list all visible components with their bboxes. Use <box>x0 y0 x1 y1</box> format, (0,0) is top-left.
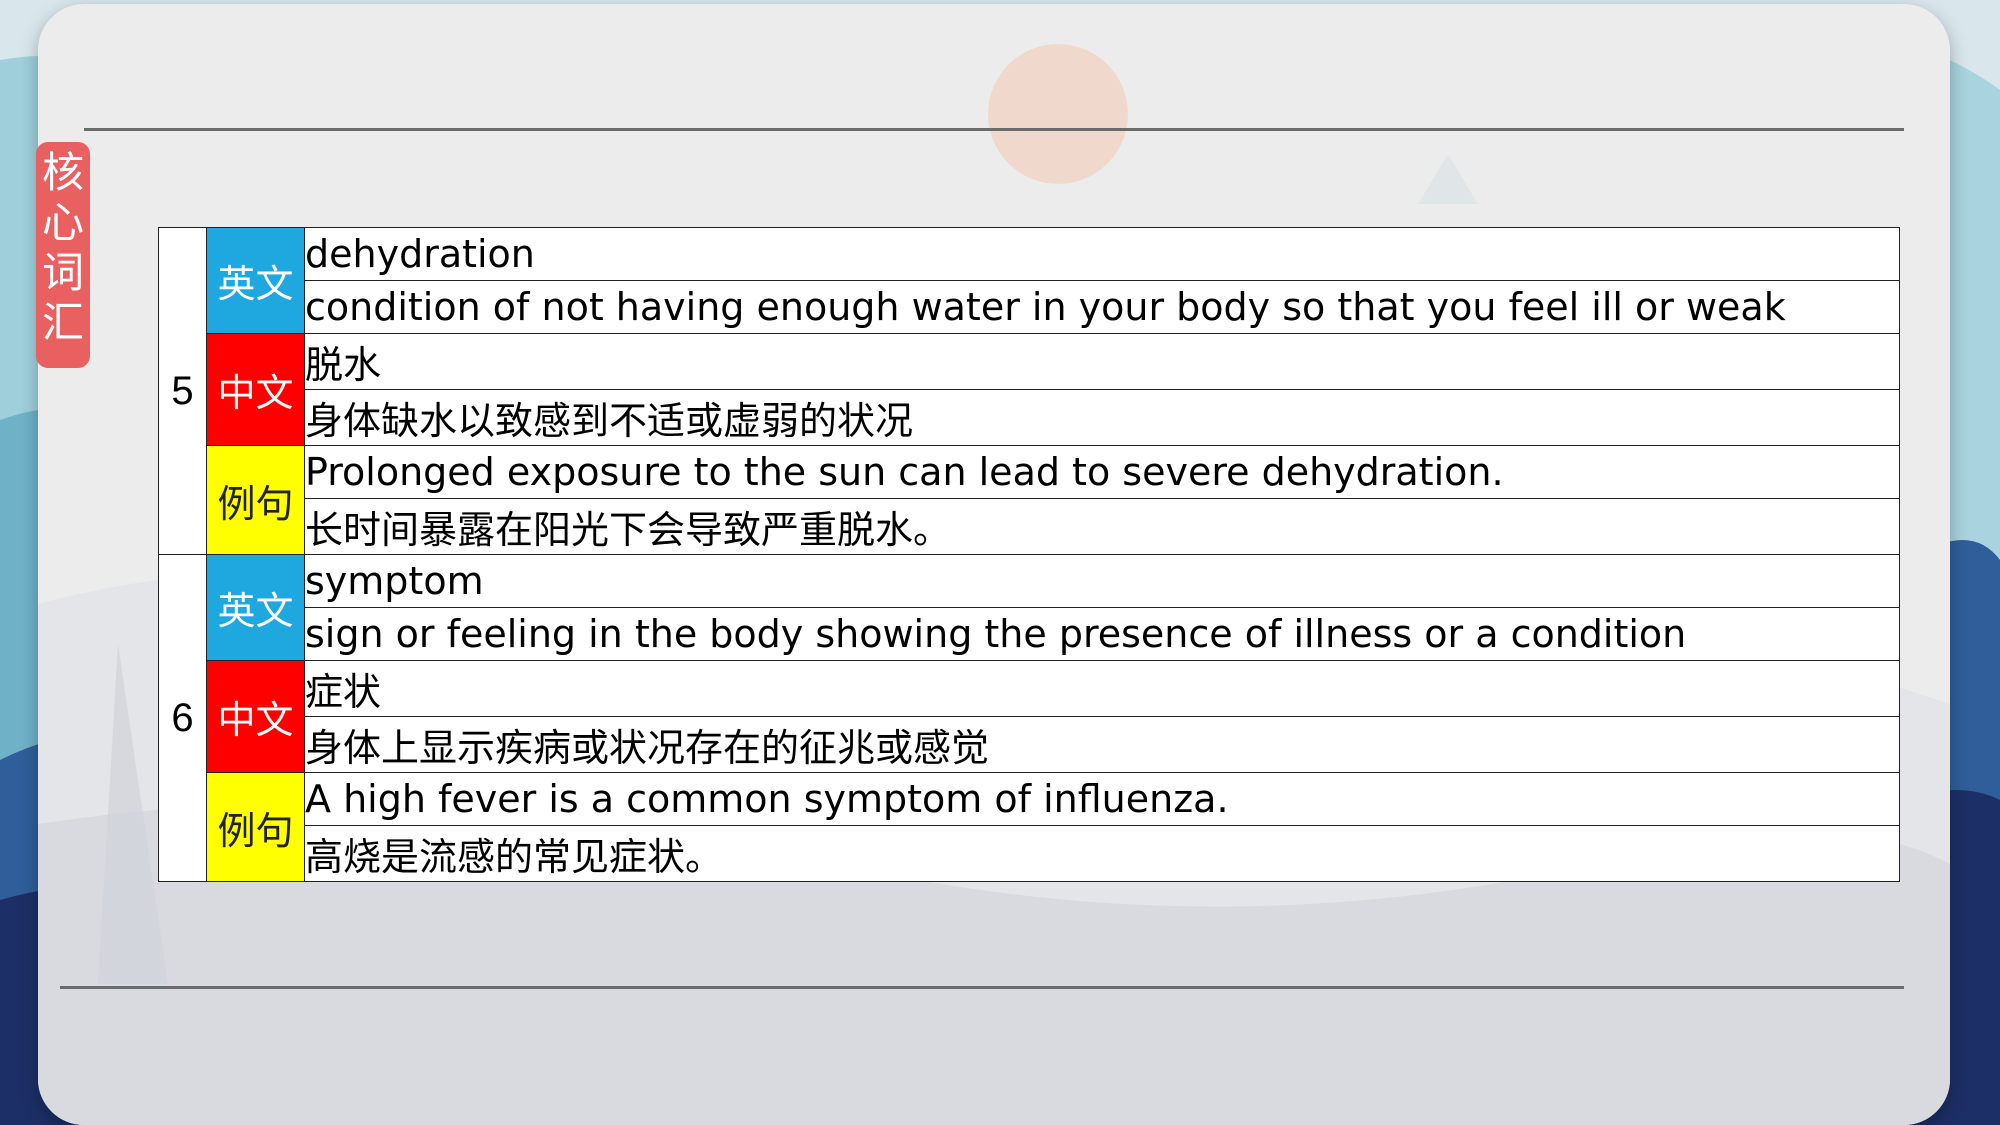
table-row: 中文 脱水 <box>159 333 1900 446</box>
table-row: condition of not having enough water in … <box>159 280 1900 334</box>
bottom-divider <box>60 986 1904 989</box>
entry-number: 6 <box>158 554 207 882</box>
english-definition: condition of not having enough water in … <box>304 280 1900 334</box>
example-chinese: 长时间暴露在阳光下会导致严重脱水。 <box>304 498 1900 555</box>
vocabulary-table: 5 英文 dehydration condition of not having… <box>158 227 1900 882</box>
tag-char: 心 <box>41 198 84 247</box>
chinese-definition: 身体缺水以致感到不适或虚弱的状况 <box>304 389 1900 446</box>
example-english: Prolonged exposure to the sun can lead t… <box>304 445 1900 499</box>
table-row: 5 英文 dehydration <box>158 227 1900 555</box>
core-vocabulary-tag: 核 心 词 汇 <box>36 142 90 368</box>
chinese-label: 中文 <box>206 333 305 446</box>
table-row: 高烧是流感的常见症状。 <box>159 825 1900 882</box>
table-row: 例句 Prolonged exposure to the sun can lea… <box>159 445 1900 555</box>
example-chinese: 高烧是流感的常见症状。 <box>304 825 1900 882</box>
example-label: 例句 <box>206 772 305 882</box>
chinese-definition: 身体上显示疾病或状况存在的征兆或感觉 <box>304 716 1900 773</box>
english-label: 英文 <box>206 554 305 661</box>
english-word: symptom <box>304 554 1900 608</box>
table-row: 例句 A high fever is a common symptom of i… <box>159 772 1900 882</box>
chinese-word: 症状 <box>304 660 1900 717</box>
example-english: A high fever is a common symptom of infl… <box>304 772 1900 826</box>
table-row: sign or feeling in the body showing the … <box>159 607 1900 661</box>
tag-char: 词 <box>41 248 84 297</box>
english-definition: sign or feeling in the body showing the … <box>304 607 1900 661</box>
table-row: 中文 症状 <box>159 660 1900 773</box>
table-row: 长时间暴露在阳光下会导致严重脱水。 <box>159 498 1900 555</box>
table-row: 身体上显示疾病或状况存在的征兆或感觉 <box>159 716 1900 773</box>
tag-char: 汇 <box>41 298 84 347</box>
english-word: dehydration <box>304 227 1900 281</box>
chinese-label: 中文 <box>206 660 305 773</box>
example-label: 例句 <box>206 445 305 555</box>
top-divider <box>84 128 1904 131</box>
table-row: 6 英文 symptom <box>158 554 1900 882</box>
chinese-word: 脱水 <box>304 333 1900 390</box>
table-row: 身体缺水以致感到不适或虚弱的状况 <box>159 389 1900 446</box>
tag-char: 核 <box>41 148 84 197</box>
entry-number: 5 <box>158 227 207 555</box>
english-label: 英文 <box>206 227 305 334</box>
